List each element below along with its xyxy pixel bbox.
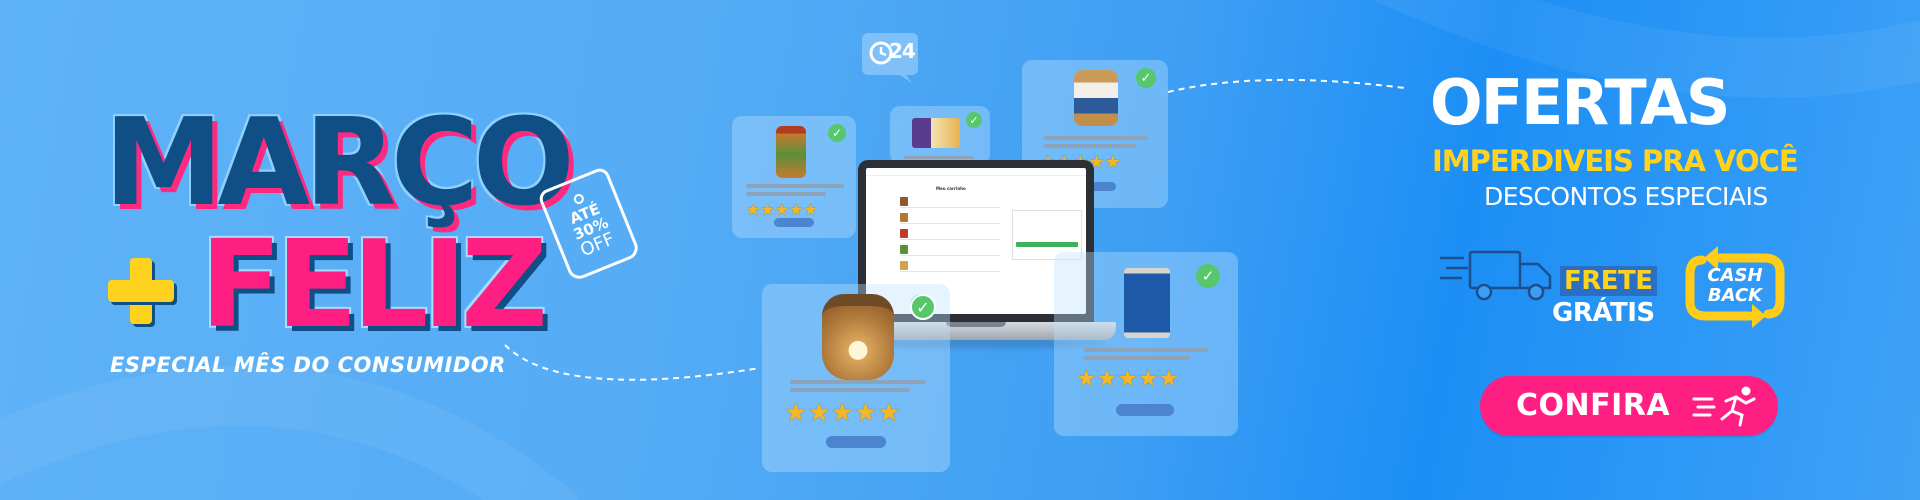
cart-page-title: Meu carrinho (936, 186, 966, 191)
star-icon: ★ (807, 398, 831, 428)
plus-icon (108, 258, 174, 324)
check-icon: ✓ (1136, 68, 1156, 88)
product-card-box[interactable]: ✓ (890, 106, 990, 164)
cart-row (900, 196, 1000, 208)
headline-feliz: FELIZ (200, 216, 548, 355)
headline-subtitle: ESPECIAL MÊS DO CONSUMIDOR (110, 353, 506, 377)
star-icon: ★ (1104, 152, 1121, 173)
cart-item-thumb (900, 261, 908, 270)
add-button[interactable] (774, 218, 814, 227)
add-button[interactable] (1116, 404, 1174, 416)
laptop-notch (946, 322, 1006, 327)
product-name-line (1044, 144, 1136, 148)
check-icon: ✓ (910, 294, 936, 320)
product-name-line (1084, 356, 1190, 360)
checkout-button (1016, 242, 1078, 247)
tin-can-image (1124, 268, 1170, 338)
confira-button-label: CONFIRA (1516, 388, 1671, 423)
dashed-connector-left (504, 344, 761, 381)
free-shipping-label-2: GRÁTIS (1552, 298, 1655, 328)
rating-stars: ★★★★★ (746, 202, 818, 218)
star-icon: ★ (803, 200, 818, 219)
cart-item-thumb (900, 213, 908, 222)
add-button[interactable] (826, 436, 886, 448)
promo-banner[interactable]: MARÇO FELIZ ESPECIAL MÊS DO CONSUMIDOR A… (0, 0, 1920, 500)
check-icon: ✓ (828, 124, 846, 142)
star-icon: ★ (789, 200, 804, 219)
star-icon: ★ (760, 200, 775, 219)
product-name-line (746, 184, 844, 188)
product-name-line (746, 192, 826, 196)
cart-page-header (866, 168, 1086, 176)
check-icon: ✓ (1196, 264, 1220, 288)
cart-item-thumb (900, 197, 908, 206)
product-card-spice-jar[interactable]: ✓ ★ ★ ★ ★ ★ (732, 116, 856, 238)
product-name-line (904, 156, 974, 159)
delivery-truck-icon (1440, 250, 1552, 301)
offers-title: OFERTAS (1430, 66, 1730, 139)
star-icon: ★ (1137, 366, 1159, 392)
headline-marco: MARÇO (104, 94, 575, 233)
star-icon: ★ (1158, 366, 1180, 392)
star-icon: ★ (1117, 366, 1138, 392)
star-icon: ★ (746, 200, 761, 219)
cart-row (900, 212, 1000, 224)
nuts-jar-image (822, 294, 894, 380)
running-person-icon (1692, 386, 1756, 427)
cart-row (900, 228, 1000, 240)
spice-jar-image (776, 126, 806, 178)
star-icon: ★ (877, 398, 901, 428)
star-icon: ★ (784, 398, 808, 428)
clock-24-label: 24 (889, 39, 916, 63)
cream-jar-image (1074, 70, 1118, 126)
cashback-label: CASH BACK (1684, 266, 1786, 306)
check-icon: ✓ (966, 112, 982, 128)
dashed-connector-right (1167, 78, 1406, 93)
clock-24-icon: 24 (862, 33, 918, 83)
cart-item-thumb (900, 229, 908, 238)
cart-item-thumb (900, 245, 908, 254)
confira-button[interactable]: CONFIRA (1480, 376, 1778, 436)
product-name-line (790, 388, 910, 392)
product-name-line (790, 380, 926, 384)
star-icon: ★ (1076, 366, 1097, 392)
star-icon: ★ (774, 200, 790, 219)
star-icon: ★ (1096, 366, 1118, 392)
cart-row (900, 260, 1000, 272)
cart-row (900, 244, 1000, 256)
product-card-tin[interactable]: ✓ ★ ★ ★ ★ ★ (1054, 252, 1238, 436)
product-name-line (1044, 136, 1148, 140)
offers-tagline: DESCONTOS ESPECIAIS (1484, 182, 1768, 211)
star-icon: ★ (830, 398, 854, 428)
product-box-image (912, 118, 960, 148)
rating-stars: ★★★★★ (1076, 368, 1179, 391)
star-icon: ★ (853, 398, 878, 428)
cashback-line-2: BACK (1707, 285, 1763, 306)
product-name-line (1084, 348, 1208, 352)
free-shipping-label: FRETE (1560, 266, 1657, 296)
offers-subtitle: IMPERDIVEIS PRA VOCÊ (1432, 144, 1799, 178)
rating-stars: ★★★★★ (784, 400, 901, 426)
cashback-line-1: CASH (1707, 265, 1763, 286)
